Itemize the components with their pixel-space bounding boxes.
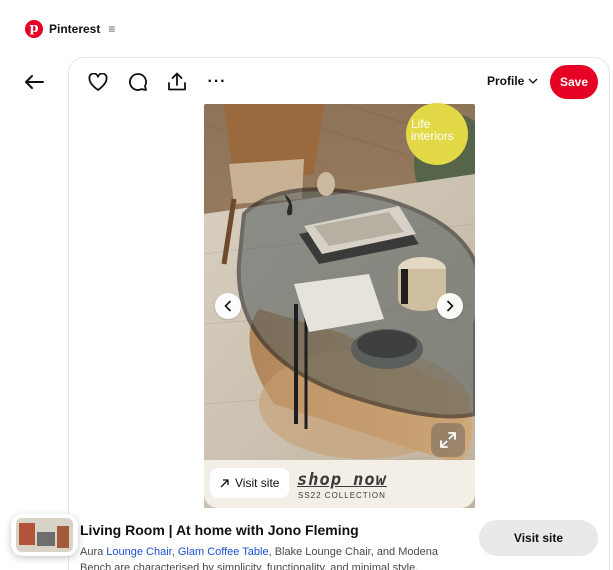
visit-site-button[interactable]: Visit site bbox=[479, 520, 598, 556]
more-icon[interactable]: ··· bbox=[205, 70, 229, 94]
logo-line2: interiors bbox=[411, 129, 454, 143]
profile-dropdown[interactable]: Profile bbox=[487, 74, 538, 88]
profile-label: Profile bbox=[487, 74, 525, 88]
arrow-up-right-icon bbox=[220, 478, 229, 487]
pin-description: Aura Lounge Chair, Glam Coffee Table, Bl… bbox=[80, 544, 465, 570]
heart-icon bbox=[88, 73, 108, 91]
back-button[interactable] bbox=[20, 70, 48, 94]
like-button[interactable] bbox=[86, 70, 110, 94]
chevron-left-icon bbox=[224, 300, 232, 312]
life-interiors-logo: Life interiors bbox=[406, 103, 468, 165]
pin-thumbnail[interactable] bbox=[11, 514, 78, 556]
pin-title: Living Room | At home with Jono Fleming bbox=[80, 522, 359, 538]
share-icon bbox=[168, 72, 186, 91]
brand-header[interactable]: p Pinterest ≡ bbox=[25, 19, 115, 39]
next-image-button[interactable] bbox=[437, 293, 463, 319]
save-button[interactable]: Save bbox=[550, 65, 598, 99]
chevron-right-icon bbox=[446, 300, 454, 312]
brand-name: Pinterest bbox=[49, 22, 101, 36]
arrow-left-icon bbox=[25, 75, 44, 89]
pin-toolbar: ··· Profile Save bbox=[69, 58, 609, 108]
visit-site-chip[interactable]: Visit site bbox=[210, 468, 290, 498]
comment-button[interactable] bbox=[126, 70, 150, 94]
comment-icon bbox=[129, 73, 147, 91]
visit-site-chip-label: Visit site bbox=[235, 476, 280, 490]
menu-icon[interactable]: ≡ bbox=[108, 22, 115, 36]
collection-text: SS22 COLLECTION bbox=[298, 491, 386, 500]
glam-coffee-table-link[interactable]: Glam Coffee Table bbox=[178, 546, 269, 558]
thumbnail-image bbox=[16, 518, 73, 552]
logo-letter: p bbox=[29, 21, 39, 36]
pinterest-logo-icon[interactable]: p bbox=[25, 20, 43, 38]
pin-promo-strip: Visit site shop now SS22 COLLECTION bbox=[204, 460, 475, 508]
desc-pre: Aura bbox=[80, 546, 107, 558]
previous-image-button[interactable] bbox=[215, 293, 241, 319]
expand-icon bbox=[440, 432, 456, 448]
lounge-chair-link[interactable]: Lounge Chair bbox=[106, 546, 171, 558]
pin-card: ··· Profile Save Life interiors Visit si… bbox=[68, 57, 610, 570]
chevron-down-icon bbox=[528, 78, 538, 84]
shop-now-text: shop now bbox=[297, 470, 387, 490]
expand-button[interactable] bbox=[431, 423, 465, 457]
share-button[interactable] bbox=[165, 70, 189, 94]
